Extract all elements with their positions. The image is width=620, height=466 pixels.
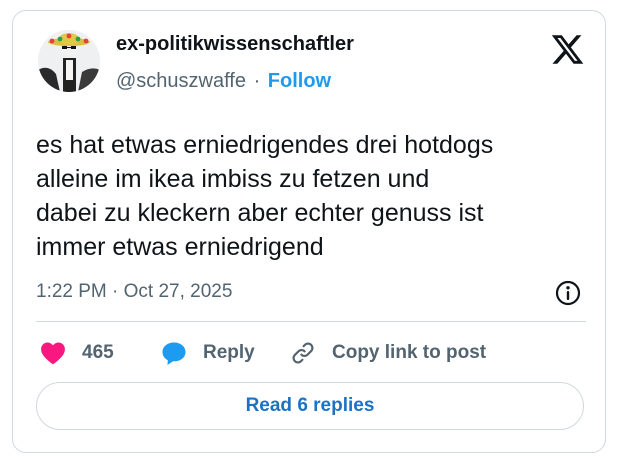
- read-replies-button[interactable]: Read 6 replies: [36, 382, 584, 430]
- info-icon[interactable]: [554, 279, 582, 307]
- copy-link-button[interactable]: Copy link to post: [290, 338, 486, 368]
- divider: [36, 321, 586, 322]
- author-display-name[interactable]: ex-politikwissenschaftler: [116, 33, 354, 56]
- tweet-timestamp[interactable]: 1:22 PM · Oct 27, 2025: [36, 281, 232, 303]
- separator-dot: ·: [253, 70, 261, 92]
- like-count: 465: [82, 342, 114, 363]
- author-handle[interactable]: @schuszwaffe: [116, 70, 246, 92]
- reply-label: Reply: [203, 342, 255, 363]
- tweet-text: es hat etwas erniedrigendes drei hotdogs…: [36, 131, 494, 261]
- reply-button[interactable]: Reply: [161, 338, 255, 368]
- link-icon: [292, 342, 314, 364]
- author-handle-row: @schuszwaffe · Follow: [116, 70, 331, 93]
- avatar[interactable]: [38, 30, 100, 92]
- speech-bubble-icon: [162, 342, 186, 365]
- like-button[interactable]: 465: [40, 338, 114, 368]
- follow-button[interactable]: Follow: [268, 70, 331, 92]
- heart-icon: [41, 342, 65, 365]
- avatar-image: [38, 30, 100, 92]
- tweet-card: ex-politikwissenschaftler @schuszwaffe ·…: [12, 10, 606, 453]
- copy-link-label: Copy link to post: [332, 342, 487, 363]
- x-logo-icon[interactable]: [550, 32, 585, 67]
